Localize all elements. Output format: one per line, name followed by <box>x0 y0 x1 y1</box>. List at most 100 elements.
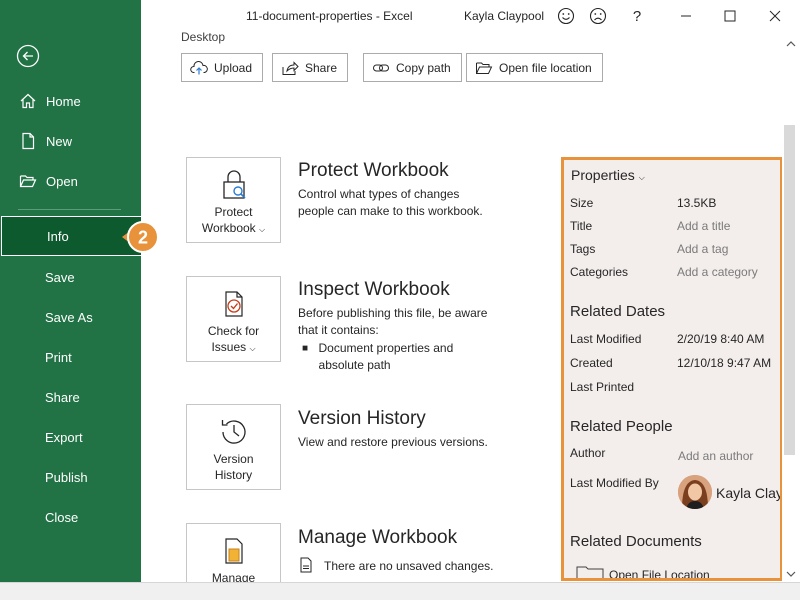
sidebar-item-label: Share <box>45 389 80 405</box>
close-icon[interactable] <box>765 6 785 26</box>
share-button[interactable]: Share <box>272 53 349 82</box>
tags-label: Tags <box>570 242 596 256</box>
history-clock-icon <box>217 415 251 449</box>
properties-header: Properties <box>571 167 635 183</box>
manage-workbook-button[interactable]: Manage <box>186 523 281 585</box>
window-title: 11-document-properties - Excel <box>246 9 413 23</box>
related-people-header: Related People <box>570 418 673 435</box>
callout-number: 2 <box>138 228 148 248</box>
maximize-icon[interactable] <box>720 6 740 26</box>
manage-workbook-icon <box>217 534 251 568</box>
sidebar-item-label: Info <box>47 228 69 244</box>
user-name[interactable]: Kayla Claypool <box>464 9 544 23</box>
related-dates-header: Related Dates <box>570 303 666 320</box>
inspect-bullet-text: Document properties and absolute path <box>318 341 454 372</box>
home-icon <box>18 91 38 111</box>
size-label: Size <box>570 196 594 210</box>
related-documents-header: Related Documents <box>570 533 702 550</box>
categories-label: Categories <box>570 265 629 279</box>
last-printed-label: Last Printed <box>570 380 635 394</box>
back-arrow-icon[interactable] <box>16 44 40 68</box>
protect-workbook-title: Protect Workbook <box>298 160 449 181</box>
sidebar-item-label: New <box>46 133 73 149</box>
folder-icon <box>475 59 493 77</box>
share-label: Share <box>305 60 338 75</box>
document-icon <box>299 557 313 576</box>
upload-button[interactable]: Upload <box>181 53 264 82</box>
sidebar-divider <box>18 209 121 210</box>
protect-workbook-desc: Control what types of changes people can… <box>298 187 483 218</box>
protect-btn-line2: Workbook <box>201 221 256 235</box>
sidebar-item-label: Save <box>45 269 75 285</box>
sidebar-item-export[interactable]: Export <box>0 417 141 457</box>
sidebar-item-home[interactable]: Home <box>0 81 141 121</box>
scrollbar-thumb[interactable] <box>784 125 795 455</box>
version-history-desc: View and restore previous versions. <box>298 435 488 449</box>
sidebar-item-publish[interactable]: Publish <box>0 457 141 497</box>
protect-btn-line1: Protect <box>214 205 253 219</box>
share-icon <box>281 59 299 77</box>
properties-dropdown[interactable]: Properties ⌵ <box>571 167 645 183</box>
categories-field[interactable]: Add a category <box>677 265 758 279</box>
minimize-icon[interactable] <box>676 6 696 26</box>
backstage-sidebar: Home New Open Info Save Save As Print Sh… <box>0 0 142 582</box>
size-value: 13.5KB <box>677 196 717 210</box>
title-label: Title <box>570 219 593 233</box>
check-for-issues-button[interactable]: Check for Issues ⌵ <box>186 276 281 362</box>
frown-feedback-icon[interactable] <box>588 6 608 26</box>
open-file-location-link[interactable]: Open File Location <box>609 568 710 578</box>
inspect-workbook-title: Inspect Workbook <box>298 279 450 300</box>
properties-panel: Properties ⌵ Size 13.5KB Title Add a tit… <box>561 157 783 581</box>
link-icon <box>372 59 390 77</box>
manage-workbook-title: Manage Workbook <box>298 527 458 548</box>
file-location-label: Desktop <box>181 30 226 44</box>
sidebar-item-close[interactable]: Close <box>0 497 141 537</box>
sidebar-item-label: Print <box>45 349 72 365</box>
copy-path-label: Copy path <box>396 60 451 75</box>
sidebar-item-label: Save As <box>45 309 93 325</box>
chevron-down-icon: ⌵ <box>638 173 645 182</box>
copy-path-button[interactable]: Copy path <box>363 53 462 82</box>
open-file-location-button[interactable]: Open file location <box>466 53 603 82</box>
open-folder-icon <box>18 171 38 191</box>
check-issues-line2: Issues <box>211 340 247 354</box>
help-icon[interactable]: ? <box>627 6 647 26</box>
status-bar <box>0 582 800 600</box>
upload-icon <box>190 59 208 77</box>
sidebar-item-label: Publish <box>45 469 88 485</box>
scroll-up-arrow-icon[interactable] <box>786 37 796 51</box>
inspect-bullet-item: ■ Document properties and absolute path <box>302 340 492 374</box>
sidebar-item-open[interactable]: Open <box>0 161 141 201</box>
chevron-down-icon: ⌵ <box>259 225 266 234</box>
protect-workbook-button[interactable]: Protect Workbook ⌵ <box>186 157 281 243</box>
inspect-workbook-desc: Before publishing this file, be aware th… <box>298 306 488 337</box>
created-value: 12/10/18 9:47 AM <box>677 356 772 370</box>
last-modified-by-label: Last Modified By <box>570 476 659 490</box>
bullet-icon: ■ <box>302 343 309 354</box>
sidebar-item-new[interactable]: New <box>0 121 141 161</box>
sidebar-item-share[interactable]: Share <box>0 377 141 417</box>
title-bar: 11-document-properties - Excel Kayla Cla… <box>141 0 800 32</box>
author-label: Author <box>570 446 606 460</box>
upload-label: Upload <box>214 60 253 75</box>
add-author-field[interactable]: Add an author <box>678 449 753 463</box>
sidebar-item-print[interactable]: Print <box>0 337 141 377</box>
avatar[interactable] <box>678 475 712 509</box>
sidebar-item-save-as[interactable]: Save As <box>0 297 141 337</box>
sidebar-item-label: Home <box>46 93 81 109</box>
last-modified-value: 2/20/19 8:40 AM <box>677 332 765 346</box>
scroll-down-arrow-icon[interactable] <box>786 567 796 581</box>
smile-feedback-icon[interactable] <box>556 6 576 26</box>
sidebar-item-save[interactable]: Save <box>0 257 141 297</box>
last-modified-label: Last Modified <box>570 332 642 346</box>
tags-field[interactable]: Add a tag <box>677 242 728 256</box>
sidebar-item-label: Open <box>46 173 78 189</box>
created-label: Created <box>570 356 613 370</box>
version-history-button[interactable]: Version History <box>186 404 281 490</box>
sidebar-item-label: Close <box>45 509 79 525</box>
title-field[interactable]: Add a title <box>677 219 730 233</box>
version-btn-line1: Version <box>213 452 254 466</box>
check-issues-line1: Check for <box>207 324 260 338</box>
step-callout-badge: 2 <box>120 217 160 257</box>
check-document-icon <box>217 287 251 321</box>
